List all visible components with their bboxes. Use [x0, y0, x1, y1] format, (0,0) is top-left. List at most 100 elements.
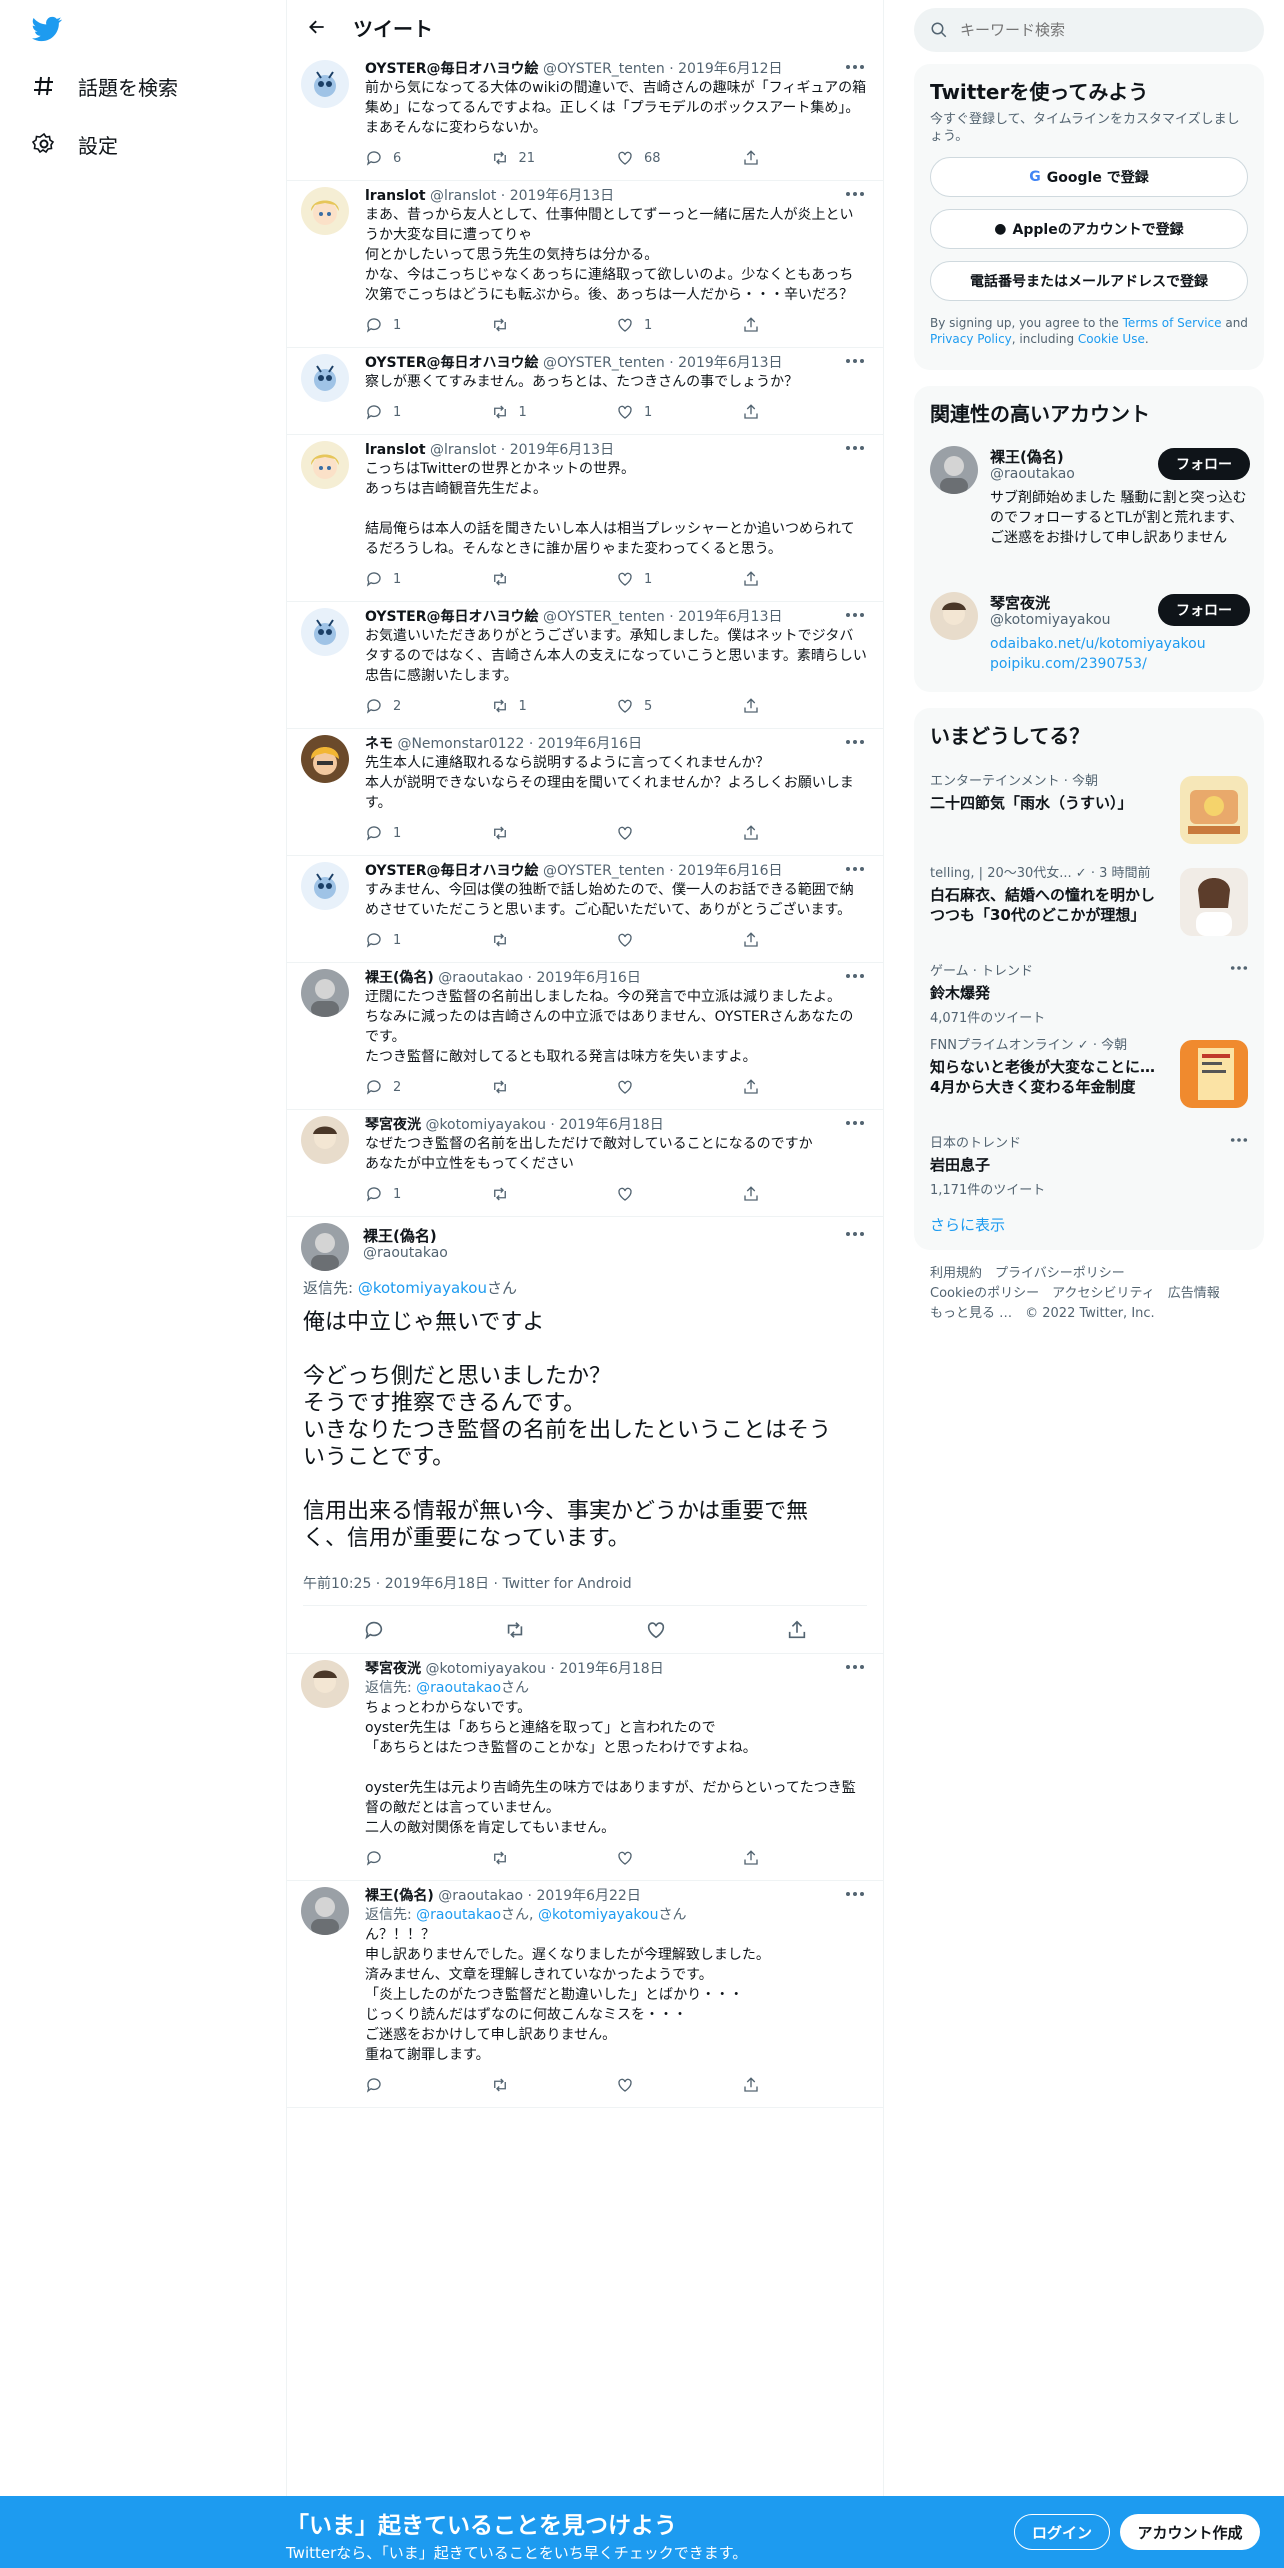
like-icon[interactable]: [616, 316, 634, 334]
back-arrow-icon[interactable]: [301, 11, 333, 43]
share-action[interactable]: [742, 403, 868, 421]
reply-icon[interactable]: [365, 931, 383, 949]
footer-links[interactable]: もっと見る … © 2022 Twitter, Inc.: [930, 1304, 1250, 1324]
privacy-link[interactable]: Privacy Policy: [930, 332, 1012, 346]
reply-action[interactable]: 6: [365, 149, 491, 167]
share-icon[interactable]: [742, 697, 760, 715]
reply-action[interactable]: 1: [365, 1185, 491, 1203]
avatar[interactable]: [301, 354, 349, 402]
reply-icon[interactable]: [365, 2076, 383, 2094]
tweet-meta[interactable]: 午前10:25 · 2019年6月18日 · Twitter for Andro…: [303, 1573, 632, 1593]
author-handle[interactable]: @kotomiyayakou: [425, 1117, 546, 1133]
tweet-date[interactable]: 2019年6月16日: [538, 736, 642, 752]
tweet[interactable]: OYSTER@毎日オハヨウ絵 @OYSTER_tenten · 2019年6月1…: [287, 54, 883, 180]
reply-to-link[interactable]: @raoutakao: [416, 1680, 501, 1696]
more-icon[interactable]: [845, 62, 865, 72]
author-handle[interactable]: @kotomiyayakou: [425, 1661, 546, 1677]
author-handle[interactable]: @raoutakao: [438, 1888, 523, 1904]
avatar[interactable]: [301, 862, 349, 910]
author-handle[interactable]: @raoutakao: [438, 970, 523, 986]
author-name[interactable]: 琴宮夜洸: [365, 1661, 421, 1677]
retweet-action[interactable]: [491, 1185, 617, 1203]
retweet-action[interactable]: [491, 824, 617, 842]
avatar[interactable]: [301, 60, 349, 108]
like-icon[interactable]: [616, 1078, 634, 1096]
like-icon[interactable]: [645, 1619, 667, 1641]
share-icon[interactable]: [742, 403, 760, 421]
retweet-icon[interactable]: [491, 1185, 509, 1203]
tweet-date[interactable]: 2019年6月13日: [510, 188, 614, 204]
tweet[interactable]: OYSTER@毎日オハヨウ絵 @OYSTER_tenten · 2019年6月1…: [287, 348, 883, 434]
share-action[interactable]: [742, 149, 868, 167]
related-account[interactable]: 琴宮夜洸 @kotomiyayakou odaibako.net/u/kotom…: [930, 592, 1250, 682]
more-icon[interactable]: [845, 1229, 865, 1239]
account-name[interactable]: 琴宮夜洸: [990, 592, 1050, 613]
more-icon[interactable]: [1230, 1136, 1248, 1144]
reply-icon[interactable]: [365, 570, 383, 588]
like-action[interactable]: 1: [616, 570, 742, 588]
tweet[interactable]: ネモ @Nemonstar0122 · 2019年6月16日 先生本人に連絡取れる…: [287, 729, 883, 855]
nav-settings[interactable]: 設定: [30, 124, 118, 164]
like-icon[interactable]: [616, 1849, 634, 1867]
tweet[interactable]: OYSTER@毎日オハヨウ絵 @OYSTER_tenten · 2019年6月1…: [287, 602, 883, 728]
avatar[interactable]: [301, 1223, 349, 1271]
share-action[interactable]: [742, 697, 868, 715]
tweet-date[interactable]: 2019年6月13日: [678, 609, 782, 625]
trend-item[interactable]: FNNプライムオンライン ✓ · 今朝 知らないと老後が大変なことに… 4月から…: [930, 1034, 1248, 1114]
reply-icon[interactable]: [365, 697, 383, 715]
reply-action[interactable]: 1: [365, 824, 491, 842]
more-icon[interactable]: [845, 1889, 865, 1899]
author-name[interactable]: OYSTER@毎日オハヨウ絵: [365, 61, 539, 77]
retweet-action[interactable]: 1: [491, 403, 617, 421]
retweet-icon[interactable]: [491, 2076, 509, 2094]
author-handle[interactable]: @Nemonstar0122: [397, 736, 524, 752]
search-box[interactable]: [914, 8, 1264, 52]
tweet[interactable]: 琴宮夜洸 @kotomiyayakou · 2019年6月18日 返信先: @ra…: [287, 1654, 883, 1880]
reply-to-link[interactable]: @kotomiyayakou: [358, 1279, 487, 1297]
more-icon[interactable]: [845, 189, 865, 199]
follow-button[interactable]: フォロー: [1158, 594, 1250, 626]
share-action[interactable]: [742, 824, 868, 842]
more-icon[interactable]: [1230, 964, 1248, 972]
tweet-date[interactable]: 2019年6月13日: [510, 442, 614, 458]
phone-signup-button[interactable]: 電話番号またはメールアドレスで登録: [930, 261, 1248, 301]
show-more-link[interactable]: さらに表示: [930, 1214, 1005, 1235]
reply-action[interactable]: 1: [365, 403, 491, 421]
reply-action[interactable]: 1: [365, 570, 491, 588]
related-account[interactable]: 裸王(偽名) @raoutakao サブ剤師始めました 騒動に割と突っ込むのでフ…: [930, 446, 1250, 576]
trend-item[interactable]: エンターテインメント · 今朝 二十四節気「雨水（うすい）」: [930, 770, 1248, 846]
share-action[interactable]: [742, 1185, 868, 1203]
like-icon[interactable]: [616, 697, 634, 715]
reply-icon[interactable]: [365, 824, 383, 842]
share-action[interactable]: [742, 2076, 868, 2094]
like-action[interactable]: [616, 931, 742, 949]
more-icon[interactable]: [845, 864, 865, 874]
retweet-icon[interactable]: [491, 149, 509, 167]
share-icon[interactable]: [786, 1619, 808, 1641]
trend-item[interactable]: telling, | 20～30代女... ✓ · 3 時間前 白石麻衣、結婚へ…: [930, 862, 1248, 942]
share-action[interactable]: [742, 931, 868, 949]
avatar[interactable]: [930, 446, 978, 494]
avatar[interactable]: [301, 1116, 349, 1164]
more-icon[interactable]: [845, 443, 865, 453]
share-action[interactable]: [742, 316, 868, 334]
share-icon[interactable]: [742, 824, 760, 842]
google-signup-button[interactable]: G Google で登録: [930, 157, 1248, 197]
trend-item[interactable]: 日本のトレンド 岩田息子 1,171件のツイート: [930, 1132, 1248, 1198]
like-action[interactable]: [616, 1185, 742, 1203]
like-action[interactable]: 5: [616, 697, 742, 715]
author-name[interactable]: OYSTER@毎日オハヨウ絵: [365, 863, 539, 879]
signup-button[interactable]: アカウント作成: [1120, 2514, 1260, 2550]
author-name[interactable]: lranslot: [365, 442, 426, 458]
share-icon[interactable]: [742, 931, 760, 949]
retweet-action[interactable]: [491, 316, 617, 334]
author-handle[interactable]: @OYSTER_tenten: [543, 61, 665, 77]
footer-links[interactable]: Cookieのポリシー アクセシビリティ 広告情報: [930, 1284, 1250, 1304]
retweet-action[interactable]: [491, 931, 617, 949]
more-icon[interactable]: [845, 610, 865, 620]
retweet-icon[interactable]: [491, 316, 509, 334]
tweet[interactable]: 裸王(偽名) @raoutakao · 2019年6月22日 返信先: @raou…: [287, 1881, 883, 2107]
author-handle[interactable]: @OYSTER_tenten: [543, 863, 665, 879]
share-icon[interactable]: [742, 1849, 760, 1867]
apple-signup-button[interactable]: ● Appleのアカウントで登録: [930, 209, 1248, 249]
